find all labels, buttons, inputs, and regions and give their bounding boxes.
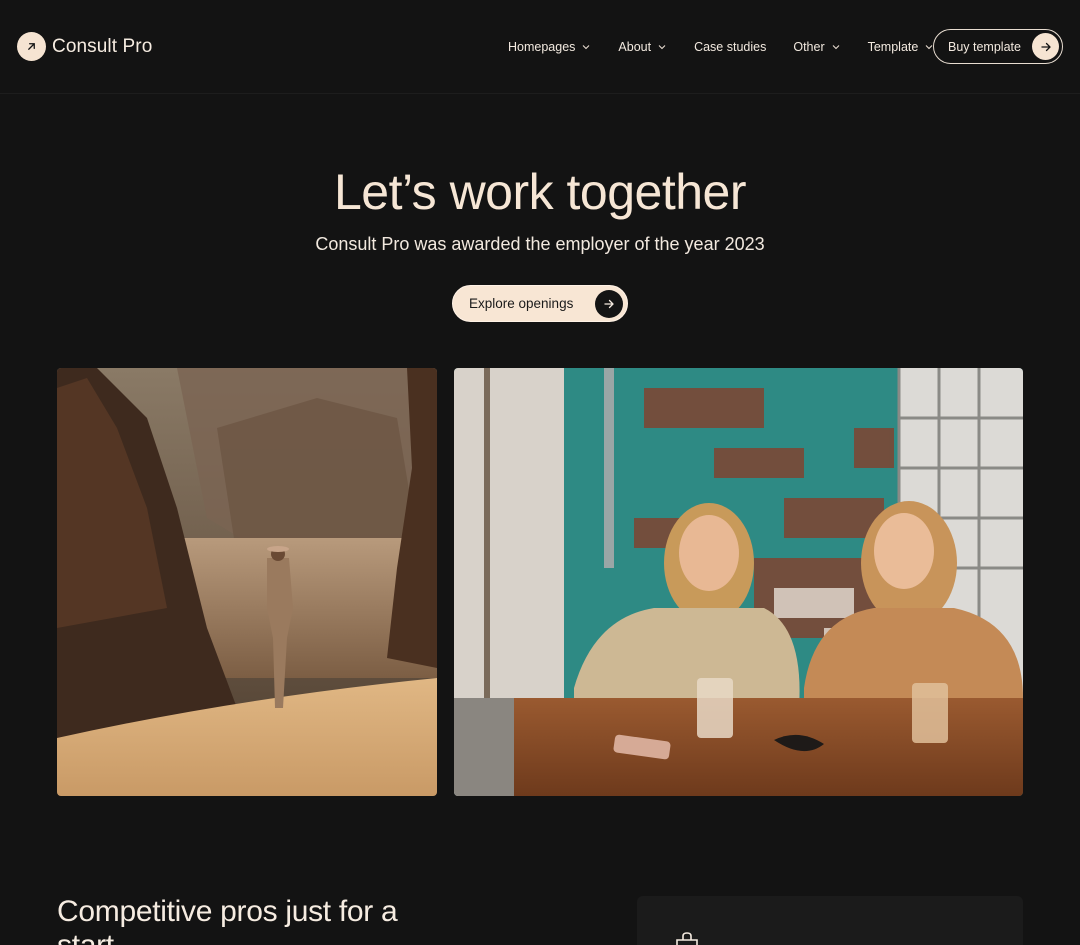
nav-item-other[interactable]: Other [793,40,840,54]
bag-icon [673,932,701,945]
benefit-card [637,896,1023,945]
nav-item-label: Template [867,40,919,54]
section-heading: Competitive pros just for a start [57,895,398,945]
buy-template-label: Buy template [948,39,1021,54]
explore-openings-button[interactable]: Explore openings [452,285,628,322]
arrow-right-icon [595,290,623,318]
buy-template-button[interactable]: Buy template [933,29,1063,64]
chevron-down-icon [832,45,839,50]
nav-item-label: Other [793,40,825,54]
chevron-down-icon [658,45,666,50]
main-nav: Homepages About Case studies Other Templ… [508,0,934,94]
nav-item-homepages[interactable]: Homepages [508,40,591,54]
hero-subtitle: Consult Pro was awarded the employer of … [315,234,765,254]
site-header: Consult Pro Homepages About Case studies… [0,0,1080,94]
arrow-right-icon [1032,33,1059,60]
cafe-women-photo [454,368,1023,796]
nav-item-label: Case studies [694,40,767,54]
arrow-up-right-icon [17,32,46,61]
nav-item-label: Homepages [508,40,576,54]
nav-item-about[interactable]: About [618,40,667,54]
explore-openings-label: Explore openings [469,296,574,311]
nav-item-template[interactable]: Template [868,40,935,54]
brand-logo[interactable]: Consult Pro [17,32,152,61]
nav-item-case-studies[interactable]: Case studies [694,40,766,54]
nav-item-label: About [618,40,652,54]
chevron-down-icon [583,45,590,50]
brand-name: Consult Pro [52,35,153,57]
desert-canyon-photo [57,368,437,796]
hero-title: Let’s work together [333,164,747,220]
